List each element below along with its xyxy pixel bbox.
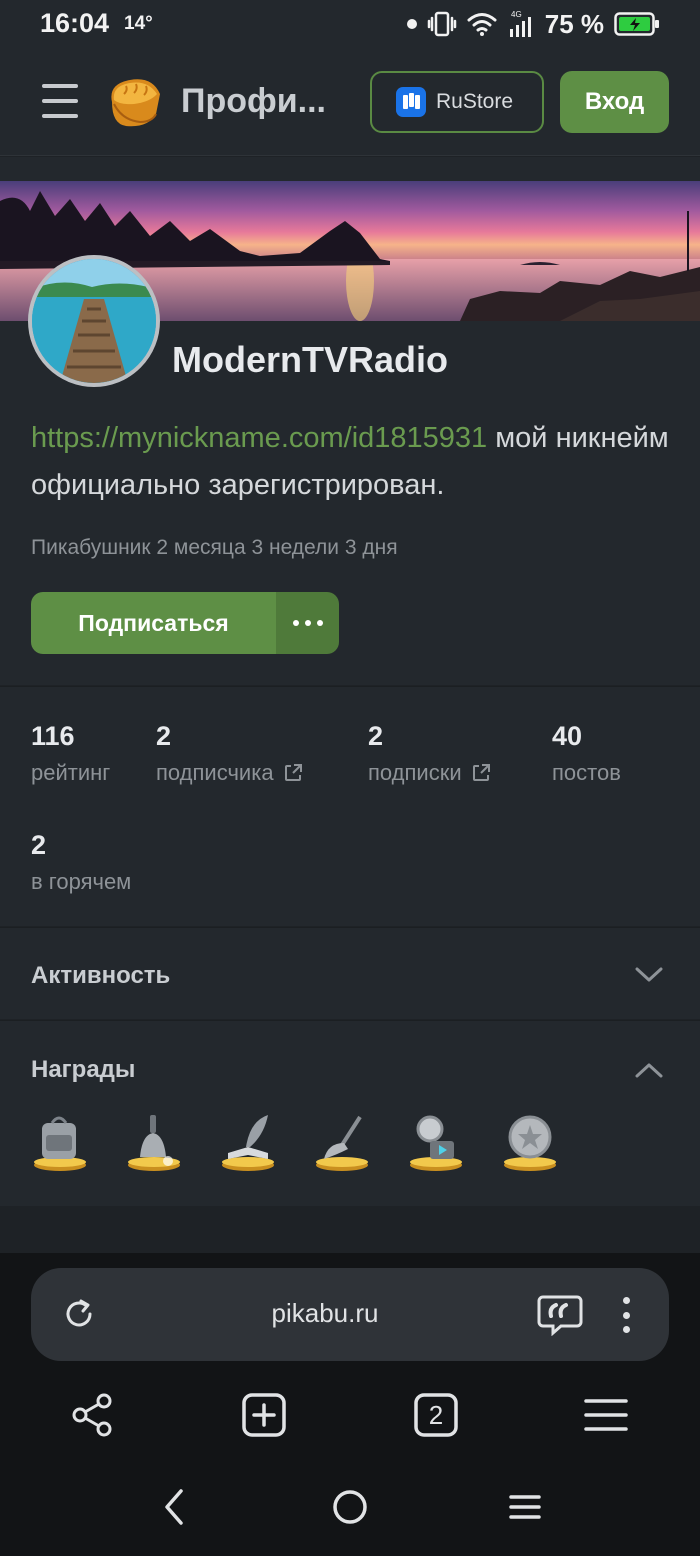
site-header: Профи... RuStore Вход	[0, 50, 700, 156]
award-bell-icon[interactable]	[126, 1111, 183, 1173]
tabs-count: 2	[429, 1400, 443, 1430]
pikabu-bread-logo-icon[interactable]	[104, 72, 166, 132]
chevron-down-icon[interactable]	[634, 966, 664, 984]
browser-toolbar: pikabu.ru 2	[0, 1253, 700, 1556]
new-tab-icon[interactable]	[240, 1391, 288, 1439]
stat-value: 2	[31, 830, 47, 860]
username: ModernTVRadio	[172, 339, 448, 380]
address-bar[interactable]: pikabu.ru	[31, 1268, 669, 1361]
award-quill-book-icon[interactable]	[220, 1111, 277, 1173]
stat-posts: 40 постов	[552, 721, 621, 786]
award-backpack-icon[interactable]	[32, 1111, 89, 1173]
external-link-icon	[472, 764, 490, 781]
stat-label: рейтинг	[31, 760, 111, 785]
back-nav-icon[interactable]	[155, 1487, 195, 1527]
hamburger-menu-icon[interactable]	[582, 1391, 630, 1439]
share-icon[interactable]	[68, 1391, 116, 1439]
menu-icon[interactable]	[42, 84, 78, 118]
svg-text:4G: 4G	[511, 10, 522, 19]
login-button[interactable]: Вход	[560, 71, 669, 133]
bio-link[interactable]: https://mynickname.com/id1815931	[31, 422, 487, 454]
notification-dot-icon	[406, 19, 417, 29]
award-star-coin-icon[interactable]	[502, 1111, 559, 1173]
recents-nav-icon[interactable]	[505, 1487, 545, 1527]
vibrate-icon	[427, 11, 456, 37]
stat-label: подписчика	[156, 760, 274, 785]
status-time: 16:04	[40, 8, 110, 38]
award-broom-icon[interactable]	[314, 1111, 371, 1173]
external-link-icon	[284, 764, 302, 781]
status-bar: 16:04 14° 4G 75 %	[0, 0, 700, 50]
status-icons: 4G 75 %	[406, 6, 660, 42]
battery-charging-icon	[614, 12, 659, 36]
stat-label: в горячем	[31, 869, 132, 894]
stat-hot: 2 в горячем	[31, 830, 131, 895]
awards-list	[32, 1111, 559, 1173]
url-text: pikabu.ru	[271, 1298, 379, 1328]
stat-rating: 116 рейтинг	[31, 721, 110, 786]
stat-subscriptions[interactable]: 2 подписки	[368, 721, 492, 786]
stat-value: 2	[368, 721, 384, 751]
stat-label: подписки	[368, 760, 462, 785]
profile-card: ModernTVRadio https://mynickname.com/id1…	[0, 157, 700, 685]
activity-title: Активность	[31, 962, 171, 989]
more-options-button[interactable]	[276, 592, 339, 654]
wifi-icon	[467, 13, 497, 36]
stat-value: 2	[156, 721, 172, 751]
stat-value: 116	[31, 721, 75, 751]
rustore-icon	[396, 87, 426, 117]
home-nav-icon[interactable]	[330, 1487, 370, 1527]
awards-title: Награды	[31, 1056, 136, 1083]
quote-bubble-icon[interactable]	[537, 1294, 583, 1336]
profile-bio: https://mynickname.com/id1815931 мой ник…	[31, 415, 671, 509]
subscribe-button[interactable]: Подписаться	[31, 592, 276, 654]
stat-label: постов	[552, 760, 621, 785]
stat-value: 40	[552, 721, 583, 751]
signal-icon: 4G	[509, 10, 531, 37]
battery-percent: 75 %	[544, 8, 604, 39]
activity-section[interactable]: Активность	[0, 927, 700, 1019]
tabs-icon[interactable]: 2	[412, 1391, 460, 1439]
avatar[interactable]	[28, 255, 160, 387]
chevron-up-icon[interactable]	[634, 1061, 664, 1079]
status-temperature: 14°	[124, 13, 153, 34]
profile-stats: 116 рейтинг 2 подписчика 2 подписки 40 п…	[0, 686, 700, 926]
browser-menu-icon[interactable]	[620, 1297, 632, 1333]
awards-section: Награды	[0, 1020, 700, 1206]
tenure-text: Пикабушник 2 месяца 3 недели 3 дня	[31, 536, 398, 559]
rustore-label: RuStore	[436, 90, 514, 113]
page-title: Профи...	[181, 82, 326, 120]
award-magnifier-video-icon[interactable]	[408, 1111, 465, 1173]
subscribe-group: Подписаться	[31, 592, 339, 654]
rustore-button[interactable]: RuStore	[370, 71, 544, 133]
stat-followers[interactable]: 2 подписчика	[156, 721, 304, 786]
